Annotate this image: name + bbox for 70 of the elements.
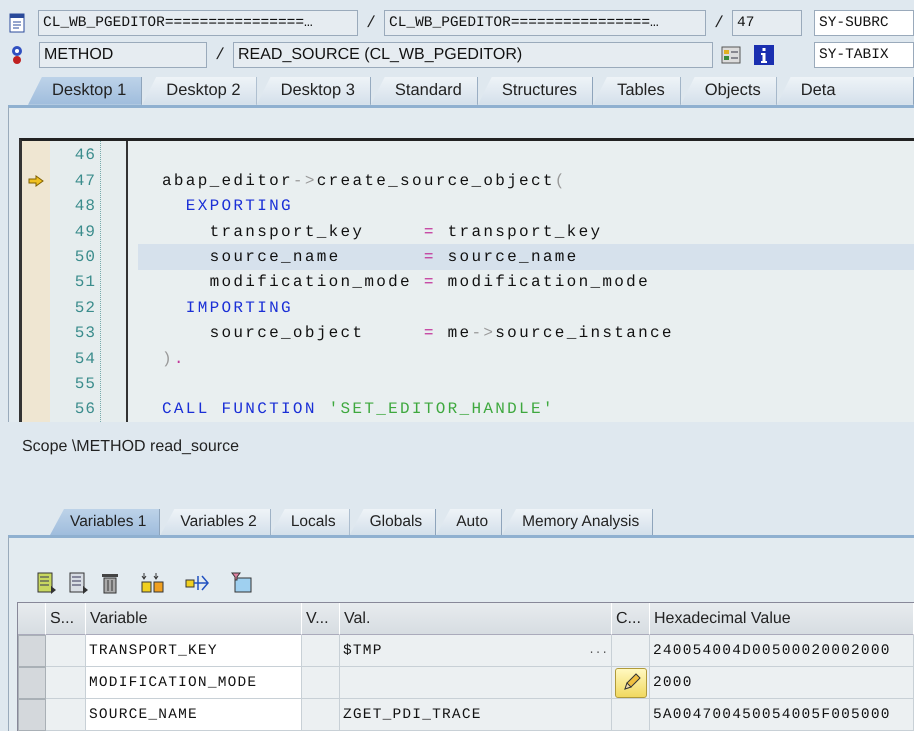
column-header[interactable]: Variable <box>86 603 302 636</box>
desktop-tab[interactable]: Desktop 3 <box>256 76 371 105</box>
code-line: abap_editor->create_source_object( <box>162 172 567 190</box>
move-down-icon[interactable] <box>141 572 165 594</box>
table-cell: ZGET_PDI_TRACE <box>340 699 612 731</box>
line-number: 53 <box>74 323 97 344</box>
line-number: 51 <box>74 272 97 294</box>
event-type-field[interactable]: METHOD <box>39 42 207 68</box>
line-number: 49 <box>74 222 97 243</box>
line-number: 47 <box>74 170 97 192</box>
system-field[interactable]: SY-SUBRC <box>814 10 914 36</box>
line-number: 50 <box>74 246 97 268</box>
code-line: ). <box>162 350 186 368</box>
desktop-tab[interactable]: Standard <box>370 76 478 105</box>
line-number: 52 <box>74 298 97 319</box>
separator: / <box>365 14 377 32</box>
event-field[interactable]: READ_SOURCE (CL_WB_PGEDITOR) <box>233 42 713 68</box>
table-cell: TRANSPORT_KEY <box>86 635 302 668</box>
code-line: transport_key = transport_key <box>208 222 602 241</box>
tool-tab[interactable]: Locals <box>270 509 350 536</box>
code-line: CALL FUNCTION 'SET_EDITOR_HANDLE' <box>162 400 555 418</box>
desktop-tab[interactable]: Desktop 1 <box>28 76 142 105</box>
more-button[interactable]: ... <box>588 644 608 657</box>
info-icon[interactable] <box>753 44 775 66</box>
filter-icon[interactable] <box>231 572 253 594</box>
document-icon[interactable] <box>8 13 26 34</box>
column-header[interactable]: C... <box>612 603 650 636</box>
table-cell: 240054004D00500020002000 <box>650 635 914 668</box>
system-field[interactable]: SY-TABIX <box>814 42 914 68</box>
separator: / <box>713 14 725 32</box>
tool-tab[interactable]: Auto <box>436 509 502 536</box>
code-line: EXPORTING <box>184 197 293 216</box>
column-header[interactable]: S... <box>46 603 86 636</box>
code-line: modification_mode = modification_mode <box>208 273 650 292</box>
corner-header <box>18 603 46 636</box>
tool-tab[interactable]: Variables 1 <box>50 509 160 536</box>
table-cell: MODIFICATION_MODE <box>86 667 302 700</box>
tool-tab[interactable]: Variables 2 <box>160 509 271 536</box>
tool-tab[interactable]: Memory Analysis <box>502 509 654 536</box>
line-number: 46 <box>74 145 97 166</box>
desktop-tab[interactable]: Deta <box>776 76 914 105</box>
line-number: 48 <box>74 196 97 218</box>
line-number: 55 <box>74 374 97 395</box>
column-header[interactable]: V... <box>302 603 340 636</box>
line-number: 56 <box>74 399 97 420</box>
list-icon[interactable] <box>37 572 57 594</box>
desktop-tab[interactable]: Structures <box>478 76 594 105</box>
display-icon[interactable] <box>721 45 743 66</box>
desktop-tab[interactable]: Desktop 2 <box>142 76 257 105</box>
table-cell: 5A004700450054005F005000 <box>650 699 914 731</box>
table-cell: 2000 <box>650 667 914 700</box>
table-cell: $TMP ... <box>340 635 612 668</box>
desktop-tab[interactable]: Tables <box>593 76 681 105</box>
column-header[interactable]: Hexadecimal Value <box>650 603 914 636</box>
program-field[interactable]: CL_WB_PGEDITOR================… <box>38 10 358 36</box>
table-cell: SOURCE_NAME <box>86 699 302 731</box>
desktop-tab[interactable]: Objects <box>680 76 777 105</box>
separator: / <box>214 46 226 64</box>
line-number: 54 <box>74 348 97 370</box>
list-icon[interactable] <box>69 572 89 594</box>
line-field[interactable]: 47 <box>732 10 802 36</box>
delete-icon[interactable] <box>101 572 119 594</box>
code-line: source_name = source_name <box>208 248 579 266</box>
code-line: IMPORTING <box>184 298 293 317</box>
scope-label: Scope \METHOD read_source <box>22 437 240 458</box>
edit-button[interactable] <box>614 668 646 698</box>
include-field[interactable]: CL_WB_PGEDITOR================… <box>384 10 706 36</box>
column-header[interactable]: Val. <box>340 603 612 636</box>
tool-tab[interactable]: Globals <box>350 509 436 536</box>
code-line: source_object = me->source_instance <box>208 324 674 342</box>
